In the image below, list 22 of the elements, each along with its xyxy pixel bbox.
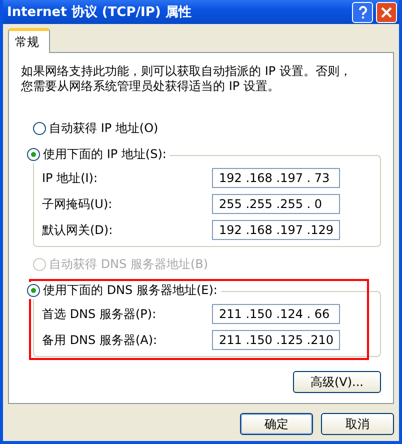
advanced-button[interactable]: 高级(V)... (293, 371, 381, 393)
ok-button[interactable]: 确定 (240, 413, 313, 435)
ip-address-field[interactable]: 192 .168 .197 . 73 (212, 168, 340, 188)
question-mark-icon (358, 6, 368, 18)
ip-address-field[interactable]: 211 .150 .125 .210 (212, 330, 340, 350)
field-label: 首选 DNS 服务器(P): (42, 306, 156, 322)
help-button[interactable] (352, 2, 373, 22)
close-icon (381, 6, 392, 18)
field-label: 默认网关(D): (42, 222, 113, 238)
description-text: 如果网络支持此功能，则可以获取自动指派的 IP 设置。否则，您需要从网络系统管理员处获得适当的 IP 设置。 (21, 64, 352, 94)
window-title: Internet 协议 (TCP/IP) 属性 (7, 4, 192, 21)
radio-button[interactable]: 使用下面的 IP 地址(S): (27, 146, 166, 163)
field-label: IP 地址(I): (42, 170, 98, 186)
field-label: 子网掩码(U): (42, 196, 112, 212)
tab[interactable]: 常规 (8, 28, 50, 53)
ip-address-field[interactable]: 192 .168 .197 .129 (212, 220, 340, 240)
ip-address-field[interactable]: 255 .255 .255 . 0 (212, 194, 340, 214)
ip-address-field[interactable]: 211 .150 .124 . 66 (212, 304, 340, 324)
cancel-button[interactable]: 取消 (321, 413, 394, 435)
radio-button[interactable]: 自动获得 IP 地址(O) (33, 120, 381, 137)
close-button[interactable] (376, 2, 397, 22)
field-label: 备用 DNS 服务器(A): (42, 332, 158, 348)
